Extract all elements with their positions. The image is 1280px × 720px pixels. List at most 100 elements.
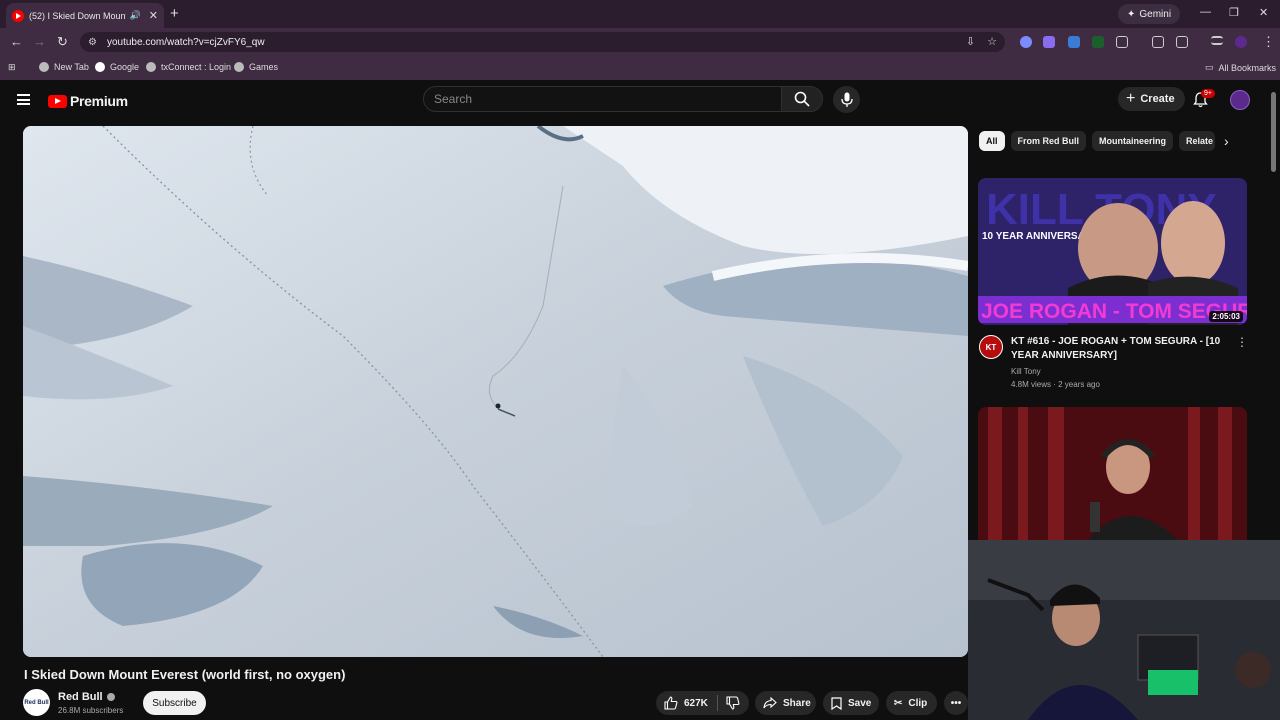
bookmark-label: txConnect : Login [161, 62, 232, 72]
like-button[interactable]: 627K [656, 695, 718, 711]
close-tab-icon[interactable]: ✕ [149, 9, 158, 22]
subscriber-count: 26.8M subscribers [58, 706, 124, 715]
folder-icon: ▭ [1205, 62, 1214, 72]
podcast-thumbnail-art [978, 407, 1247, 540]
voice-search-button[interactable] [833, 86, 860, 113]
globe-icon [146, 62, 156, 72]
close-window-icon[interactable]: ✕ [1259, 6, 1268, 19]
recommendation-channel[interactable]: Kill Tony [1011, 367, 1041, 376]
tab-title: (52) I Skied Down Mount Ev [29, 10, 126, 21]
video-frame-snow-slope [23, 126, 968, 657]
plus-icon: + [1126, 90, 1136, 107]
restore-icon[interactable]: ❐ [1229, 6, 1239, 19]
back-icon[interactable]: ← [10, 34, 23, 49]
kill-tony-thumbnail-art: KILL TONY 10 YEAR ANNIVERSARY JOE ROGAN … [978, 178, 1247, 325]
minimize-icon[interactable]: — [1200, 6, 1211, 18]
gemini-button[interactable]: ✦ Gemini [1118, 4, 1181, 24]
webcam-overlay [968, 540, 1280, 720]
bookmark-label: Games [249, 62, 279, 72]
chip-from-red-bull[interactable]: From Red Bull [1010, 131, 1087, 151]
like-count: 627K [684, 697, 708, 709]
channel-name: Red Bull [58, 691, 103, 703]
reload-icon[interactable]: ↻ [57, 34, 68, 50]
browser-tabstrip: (52) I Skied Down Mount Ev 🔊 ✕ + ✦ Gemin… [0, 0, 1280, 28]
search-box [423, 86, 782, 112]
dislike-button[interactable] [718, 696, 740, 710]
bookmark-google[interactable]: Google [95, 62, 139, 72]
more-actions-button[interactable]: ••• [944, 691, 968, 715]
globe-icon [234, 62, 244, 72]
youtube-logo[interactable]: Premium [48, 93, 128, 109]
create-label: Create [1140, 93, 1175, 105]
clip-button[interactable]: ✂ Clip [886, 691, 937, 715]
profile-icon[interactable] [1235, 36, 1247, 48]
extensions-puzzle-icon[interactable] [1116, 36, 1128, 48]
google-icon [95, 62, 105, 72]
install-icon[interactable]: ⇩ [966, 35, 975, 48]
share-button[interactable]: Share [755, 691, 816, 715]
channel-name-link[interactable]: Red Bull [58, 691, 115, 703]
new-tab-button[interactable]: + [170, 5, 179, 22]
bookmark-label: Google [110, 62, 140, 72]
recommendation-thumbnail-2[interactable] [978, 407, 1247, 540]
channel-avatar-kill-tony[interactable]: KT [979, 335, 1003, 359]
recommendation-meta: 4.8M views · 2 years ago [1011, 380, 1100, 389]
extension-2-icon[interactable] [1043, 36, 1055, 48]
video-title: I Skied Down Mount Everest (world first,… [24, 667, 346, 682]
save-button[interactable]: Save [823, 691, 879, 715]
bookmark-txconnect[interactable]: txConnect : Login [146, 62, 231, 72]
channel-avatar[interactable]: Red Bull [23, 689, 50, 716]
browser-toolbar: ← → ↻ ⚙ youtube.com/watch?v=cjZvFY6_qw ⇩… [0, 28, 1280, 56]
cast-icon[interactable] [1176, 36, 1188, 48]
more-horizontal-icon: ••• [950, 697, 962, 709]
chip-related[interactable]: Relate [1179, 131, 1216, 151]
browser-tab-active[interactable]: (52) I Skied Down Mount Ev 🔊 ✕ [6, 3, 164, 28]
recommendation-title[interactable]: KT #616 - JOE ROGAN + TOM SEGURA - [10 Y… [1011, 335, 1226, 363]
share-label: Share [783, 697, 811, 709]
chip-all[interactable]: All [979, 131, 1005, 151]
notification-badge: 9+ [1201, 89, 1215, 98]
extension-3-icon[interactable] [1068, 36, 1080, 48]
side-panel-icon[interactable] [1152, 36, 1164, 48]
video-duration: 2:05:03 [1209, 311, 1243, 322]
thumb-names-text: JOE ROGAN - TOM SEGURA [981, 300, 1247, 323]
clip-label: Clip [908, 697, 928, 709]
all-bookmarks[interactable]: ▭ All Bookmarks [1205, 62, 1276, 73]
user-avatar[interactable] [1230, 90, 1250, 110]
address-bar[interactable]: ⚙ youtube.com/watch?v=cjZvFY6_qw ⇩ ☆ [80, 32, 1005, 52]
all-bookmarks-label: All Bookmarks [1218, 62, 1277, 73]
thumbs-up-icon [664, 696, 678, 710]
menu-kebab-icon[interactable]: ⋮ [1262, 34, 1275, 50]
scissors-icon: ✂ [894, 697, 903, 709]
subscribe-button[interactable]: Subscribe [143, 691, 206, 715]
bookmark-star-icon[interactable]: ☆ [987, 35, 997, 48]
save-label: Save [848, 697, 872, 709]
search-input[interactable] [434, 92, 774, 106]
apps-grid-icon[interactable]: ⊞ [8, 62, 16, 73]
forward-icon[interactable]: → [33, 34, 46, 49]
speaker-icon[interactable]: 🔊 [130, 10, 141, 21]
sparkle-icon: ✦ [1127, 8, 1136, 20]
gemini-label: Gemini [1139, 8, 1172, 20]
site-info-icon[interactable]: ⚙ [88, 37, 97, 48]
create-button[interactable]: + Create [1118, 87, 1185, 111]
filter-chips: All From Red Bull Mountaineering Relate [979, 131, 1216, 151]
bookmarks-bar: ⊞ New Tab Google txConnect : Login Games… [0, 56, 1280, 80]
reading-list-icon[interactable] [1211, 36, 1223, 45]
extension-4-icon[interactable] [1092, 36, 1104, 48]
youtube-play-icon [48, 94, 67, 108]
extension-1-icon[interactable] [1020, 36, 1032, 48]
chevron-right-icon[interactable]: › [1224, 133, 1229, 149]
bookmark-new-tab[interactable]: New Tab [39, 62, 89, 72]
video-player[interactable] [23, 126, 968, 657]
page-scrollbar[interactable] [1271, 92, 1276, 172]
like-dislike-group: 627K [656, 691, 749, 715]
webcam-feed-image [968, 540, 1280, 720]
search-button[interactable] [781, 86, 823, 112]
chip-mountaineering[interactable]: Mountaineering [1092, 131, 1174, 151]
recommendation-thumbnail[interactable]: KILL TONY 10 YEAR ANNIVERSARY JOE ROGAN … [978, 178, 1247, 325]
bookmark-games[interactable]: Games [234, 62, 278, 72]
hamburger-menu-icon[interactable] [17, 94, 30, 105]
recommendation-menu-icon[interactable]: ⋮ [1236, 335, 1248, 349]
search-icon [794, 91, 810, 107]
